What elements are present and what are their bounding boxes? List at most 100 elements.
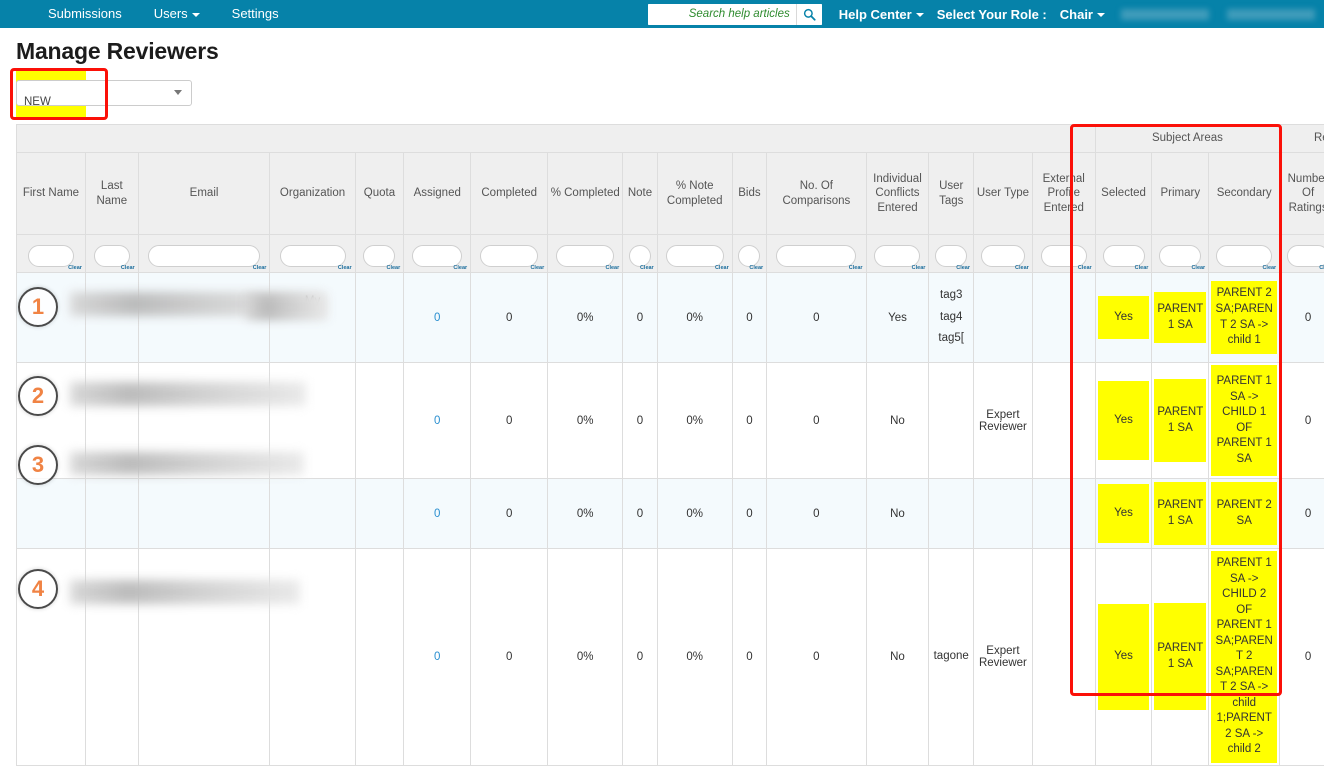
filter-input-completed[interactable]: [480, 245, 538, 267]
filter-clear-user-type[interactable]: Clear: [1015, 265, 1029, 271]
table-row[interactable]: 0 0 0% 0 0% 0 0 No tagone Expert Reviewe…: [17, 549, 1324, 766]
col-header-no-of-comparisons[interactable]: No. Of Comparisons: [767, 153, 866, 235]
filter-input-individual-conflicts-entered[interactable]: [874, 245, 920, 267]
table-row[interactable]: My 0 0 0% 0 0% 0 0 Yes tag3 tag4 tag5[ Y…: [17, 273, 1324, 363]
filter-clear-note[interactable]: Clear: [640, 265, 654, 271]
filter-cell-pct-note-completed[interactable]: Clear: [657, 235, 732, 273]
filter-cell-bids[interactable]: Clear: [732, 235, 766, 273]
status-filter-select[interactable]: [16, 80, 192, 106]
filter-clear-no-of-comparisons[interactable]: Clear: [849, 265, 863, 271]
filter-cell-quota[interactable]: Clear: [355, 235, 404, 273]
filter-cell-last-name[interactable]: Clear: [85, 235, 138, 273]
cell-assigned[interactable]: 0: [404, 479, 471, 549]
col-header-completed[interactable]: Completed: [471, 153, 548, 235]
col-header-last-name[interactable]: Last Name: [85, 153, 138, 235]
role-menu-chair[interactable]: Chair: [1053, 7, 1112, 22]
col-header-note[interactable]: Note: [623, 153, 657, 235]
search-icon[interactable]: [796, 4, 822, 25]
reviewers-table-container[interactable]: Subject Areas Review R First Name Last N…: [16, 124, 1324, 766]
filter-cell-email[interactable]: Clear: [138, 235, 270, 273]
filter-input-secondary[interactable]: [1216, 245, 1272, 267]
help-center-menu[interactable]: Help Center: [832, 7, 931, 22]
filter-clear-pct-completed[interactable]: Clear: [605, 265, 619, 271]
col-header-external-profile-entered[interactable]: External Profile Entered: [1032, 153, 1095, 235]
filter-clear-quota[interactable]: Clear: [387, 265, 401, 271]
filter-clear-pct-note-completed[interactable]: Clear: [715, 265, 729, 271]
nav-item-settings[interactable]: Settings: [216, 0, 295, 28]
col-header-pct-completed[interactable]: % Completed: [548, 153, 623, 235]
filter-input-user-tags[interactable]: [935, 245, 967, 267]
filter-cell-no-of-comparisons[interactable]: Clear: [767, 235, 866, 273]
cell-assigned[interactable]: 0: [404, 549, 471, 766]
status-filter-select-wrapper[interactable]: NEW: [16, 80, 192, 106]
filter-clear-bids[interactable]: Clear: [749, 265, 763, 271]
col-header-quota[interactable]: Quota: [355, 153, 404, 235]
filter-input-bids[interactable]: [738, 245, 760, 267]
filter-cell-primary[interactable]: Clear: [1152, 235, 1209, 273]
filter-input-first-name[interactable]: [28, 245, 74, 267]
cell-assigned[interactable]: 0: [404, 273, 471, 363]
filter-input-last-name[interactable]: [94, 245, 130, 267]
cell-assigned[interactable]: 0: [404, 363, 471, 479]
help-search-box[interactable]: [648, 4, 822, 25]
filter-clear-completed[interactable]: Clear: [530, 265, 544, 271]
nav-item-users[interactable]: Users: [138, 0, 216, 28]
col-header-user-tags[interactable]: User Tags: [929, 153, 974, 235]
filter-input-assigned[interactable]: [412, 245, 462, 267]
col-header-primary[interactable]: Primary: [1152, 153, 1209, 235]
filter-input-selected[interactable]: [1103, 245, 1145, 267]
filter-clear-individual-conflicts-entered[interactable]: Clear: [912, 265, 926, 271]
col-header-first-name[interactable]: First Name: [17, 153, 86, 235]
filter-clear-external-profile-entered[interactable]: Clear: [1078, 265, 1092, 271]
filter-clear-last-name[interactable]: Clear: [121, 265, 135, 271]
filter-input-external-profile-entered[interactable]: [1041, 245, 1087, 267]
redacted-user-name[interactable]: [1121, 9, 1209, 20]
filter-clear-secondary[interactable]: Clear: [1262, 265, 1276, 271]
table-row[interactable]: 0 0 0% 0 0% 0 0 No Expert Reviewer Yes P…: [17, 363, 1324, 479]
filter-input-primary[interactable]: [1159, 245, 1201, 267]
filter-input-pct-note-completed[interactable]: [666, 245, 724, 267]
col-header-number-of-ratings[interactable]: Number Of Ratings: [1280, 153, 1324, 235]
filter-cell-organization[interactable]: Clear: [270, 235, 355, 273]
filter-input-pct-completed[interactable]: [556, 245, 614, 267]
filter-cell-selected[interactable]: Clear: [1095, 235, 1152, 273]
filter-clear-organization[interactable]: Clear: [338, 265, 352, 271]
filter-cell-secondary[interactable]: Clear: [1209, 235, 1280, 273]
filter-cell-completed[interactable]: Clear: [471, 235, 548, 273]
filter-input-quota[interactable]: [363, 245, 395, 267]
filter-input-no-of-comparisons[interactable]: [776, 245, 856, 267]
filter-cell-note[interactable]: Clear: [623, 235, 657, 273]
filter-clear-selected[interactable]: Clear: [1135, 265, 1149, 271]
filter-cell-first-name[interactable]: Clear: [17, 235, 86, 273]
redacted-account-name[interactable]: [1227, 9, 1315, 20]
search-input[interactable]: [648, 4, 796, 25]
nav-item-submissions[interactable]: Submissions: [32, 0, 138, 28]
filter-cell-pct-completed[interactable]: Clear: [548, 235, 623, 273]
col-header-organization[interactable]: Organization: [270, 153, 355, 235]
filter-clear-email[interactable]: Clear: [253, 265, 267, 271]
col-header-selected[interactable]: Selected: [1095, 153, 1152, 235]
col-header-assigned[interactable]: Assigned: [404, 153, 471, 235]
filter-cell-user-type[interactable]: Clear: [974, 235, 1033, 273]
filter-clear-primary[interactable]: Clear: [1191, 265, 1205, 271]
table-row[interactable]: 0 0 0% 0 0% 0 0 No Yes PARENT 1 SA PAREN…: [17, 479, 1324, 549]
filter-cell-number-of-ratings[interactable]: Clear: [1280, 235, 1324, 273]
col-header-individual-conflicts-entered[interactable]: Individual Conflicts Entered: [866, 153, 929, 235]
col-header-pct-note-completed[interactable]: % Note Completed: [657, 153, 732, 235]
filter-cell-assigned[interactable]: Clear: [404, 235, 471, 273]
filter-cell-individual-conflicts-entered[interactable]: Clear: [866, 235, 929, 273]
filter-clear-first-name[interactable]: Clear: [68, 265, 82, 271]
col-header-secondary[interactable]: Secondary: [1209, 153, 1280, 235]
filter-clear-user-tags[interactable]: Clear: [956, 265, 970, 271]
filter-clear-number-of-ratings[interactable]: Clear: [1319, 265, 1324, 271]
filter-input-user-type[interactable]: [981, 245, 1025, 267]
filter-input-number-of-ratings[interactable]: [1287, 245, 1324, 267]
filter-clear-assigned[interactable]: Clear: [453, 265, 467, 271]
filter-cell-external-profile-entered[interactable]: Clear: [1032, 235, 1095, 273]
filter-cell-user-tags[interactable]: Clear: [929, 235, 974, 273]
filter-input-email[interactable]: [148, 245, 260, 267]
filter-input-organization[interactable]: [280, 245, 346, 267]
col-header-user-type[interactable]: User Type: [974, 153, 1033, 235]
col-header-email[interactable]: Email: [138, 153, 270, 235]
col-header-bids[interactable]: Bids: [732, 153, 766, 235]
